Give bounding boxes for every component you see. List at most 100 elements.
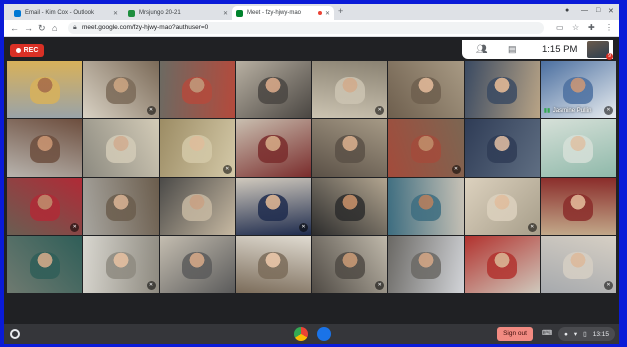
- participant-video: [29, 251, 60, 280]
- participant-video: [334, 135, 365, 163]
- participant-tile[interactable]: ✕: [159, 119, 235, 177]
- participant-tile[interactable]: [312, 177, 388, 235]
- participant-tile[interactable]: ✕: [83, 61, 159, 119]
- participant-tile[interactable]: [312, 119, 388, 177]
- extensions-icon[interactable]: ✚: [588, 23, 595, 32]
- participant-tile[interactable]: [159, 61, 235, 119]
- participant-tile[interactable]: [464, 61, 540, 119]
- participant-count-badge: 9: [606, 53, 613, 60]
- launcher-icon[interactable]: [10, 329, 20, 339]
- participant-video: [487, 135, 518, 163]
- bookmark-star-icon[interactable]: ☆: [572, 23, 579, 32]
- menu-kebab-icon[interactable]: ⋮: [605, 23, 613, 32]
- classroom-icon: [128, 9, 135, 17]
- address-bar[interactable]: 🔒︎ meet.google.com/fzy-hjwy-mao?authuser…: [68, 22, 544, 34]
- chromeos-shelf: Sign out ⌨︎ ● ▾ ▯ 13:15: [4, 324, 619, 344]
- tab-outlook[interactable]: Email - Kim Cox - Outlook ✕: [10, 6, 122, 20]
- close-tab-icon[interactable]: ✕: [325, 10, 330, 17]
- new-tab-button[interactable]: +: [338, 6, 343, 16]
- profile-icon[interactable]: ●: [565, 7, 569, 14]
- close-window-icon[interactable]: ✕: [608, 7, 614, 15]
- participant-video: [487, 193, 518, 221]
- meet-app-icon[interactable]: [317, 327, 331, 341]
- muted-mic-icon: ✕: [222, 164, 232, 174]
- participant-tile[interactable]: [540, 119, 616, 177]
- participant-tile[interactable]: [235, 61, 311, 119]
- minimize-icon[interactable]: —: [581, 7, 588, 14]
- participant-tile[interactable]: [83, 119, 159, 177]
- back-icon[interactable]: ←: [10, 23, 19, 33]
- participant-tile[interactable]: [235, 235, 311, 293]
- participant-tile[interactable]: [7, 119, 83, 177]
- camera-in-use-icon[interactable]: ▭: [556, 23, 564, 32]
- participant-video: [258, 77, 289, 105]
- meet-top-controls: 👥︎ ▤ 1:15 PM 9: [462, 40, 613, 60]
- participant-tile[interactable]: ✕: [7, 177, 83, 235]
- participant-tile[interactable]: [388, 177, 464, 235]
- tab-classroom[interactable]: Mrsjungo 20-21 ✕: [124, 6, 232, 20]
- chrome-icon[interactable]: [294, 327, 308, 341]
- participant-tile[interactable]: ✕: [388, 119, 464, 177]
- participant-video: [105, 193, 136, 221]
- participant-tile[interactable]: [7, 61, 83, 119]
- record-icon: [15, 48, 21, 53]
- muted-mic-icon: ✕: [375, 281, 385, 290]
- participant-name: Jasmine Pullin: [552, 108, 592, 115]
- maximize-icon[interactable]: □: [596, 7, 600, 14]
- participant-tile[interactable]: ✕: [312, 61, 388, 119]
- muted-mic-icon: ✕: [146, 281, 156, 290]
- participant-tile[interactable]: [83, 177, 159, 235]
- speaking-indicator-icon: ▮▮: [543, 108, 551, 115]
- meet-icon: [236, 9, 243, 17]
- tab-meet[interactable]: Meet - fzy-hjwy-mao ✕: [232, 6, 334, 20]
- battery-icon: ▯: [583, 331, 587, 338]
- chat-icon[interactable]: ▤: [508, 44, 517, 55]
- people-icon[interactable]: 👥︎: [476, 44, 487, 55]
- muted-mic-icon: ✕: [604, 281, 613, 290]
- participant-video: [410, 251, 441, 280]
- participant-tile[interactable]: ✕ ▮▮ Jasmine Pullin: [540, 61, 616, 119]
- reload-icon[interactable]: ↻: [38, 23, 46, 33]
- status-tray[interactable]: ● ▾ ▯ 13:15: [558, 327, 615, 341]
- participant-video: [487, 77, 518, 105]
- home-icon[interactable]: ⌂: [52, 23, 57, 33]
- participant-tile[interactable]: ✕: [83, 235, 159, 293]
- participant-video: [182, 193, 213, 221]
- participant-video: [334, 77, 365, 105]
- close-tab-icon[interactable]: ✕: [113, 10, 118, 17]
- participant-tile[interactable]: [159, 177, 235, 235]
- close-tab-icon[interactable]: ✕: [223, 10, 228, 17]
- forward-icon[interactable]: →: [24, 23, 33, 33]
- muted-mic-icon: ✕: [375, 106, 385, 116]
- participant-tile[interactable]: [7, 235, 83, 293]
- participant-tile[interactable]: [388, 235, 464, 293]
- muted-mic-icon: ✕: [299, 222, 308, 232]
- participant-video: [563, 193, 594, 221]
- participant-tile[interactable]: [235, 119, 311, 177]
- participant-tile[interactable]: ✕: [235, 177, 311, 235]
- participant-tile[interactable]: [464, 119, 540, 177]
- chromeos-screen: Email - Kim Cox - Outlook ✕ Mrsjungo 20-…: [4, 4, 619, 344]
- tab-strip: Email - Kim Cox - Outlook ✕ Mrsjungo 20-…: [4, 4, 619, 20]
- muted-mic-icon: ✕: [604, 106, 613, 116]
- tab-title: Mrsjungo 20-21: [139, 10, 181, 16]
- meeting-clock: 1:15 PM: [542, 44, 578, 55]
- participant-tile[interactable]: [540, 177, 616, 235]
- participant-video: [563, 251, 594, 280]
- participant-tile[interactable]: ✕: [540, 235, 616, 293]
- sign-out-button[interactable]: Sign out: [497, 327, 533, 341]
- participant-tile[interactable]: ✕: [312, 235, 388, 293]
- lock-icon: 🔒︎: [73, 24, 77, 31]
- participant-tile[interactable]: ✕: [464, 177, 540, 235]
- rec-label: REC: [23, 47, 39, 54]
- participant-video: [334, 251, 365, 280]
- participant-tile[interactable]: [388, 61, 464, 119]
- settings-icon: ●: [563, 330, 568, 338]
- muted-mic-icon: ✕: [451, 164, 461, 174]
- participant-tile[interactable]: [464, 235, 540, 293]
- participant-tile[interactable]: [159, 235, 235, 293]
- outlook-icon: [14, 9, 21, 17]
- url-text: meet.google.com/fzy-hjwy-mao?authuser=0: [82, 24, 209, 31]
- participant-video: [334, 193, 365, 221]
- keyboard-icon[interactable]: ⌨︎: [542, 329, 552, 337]
